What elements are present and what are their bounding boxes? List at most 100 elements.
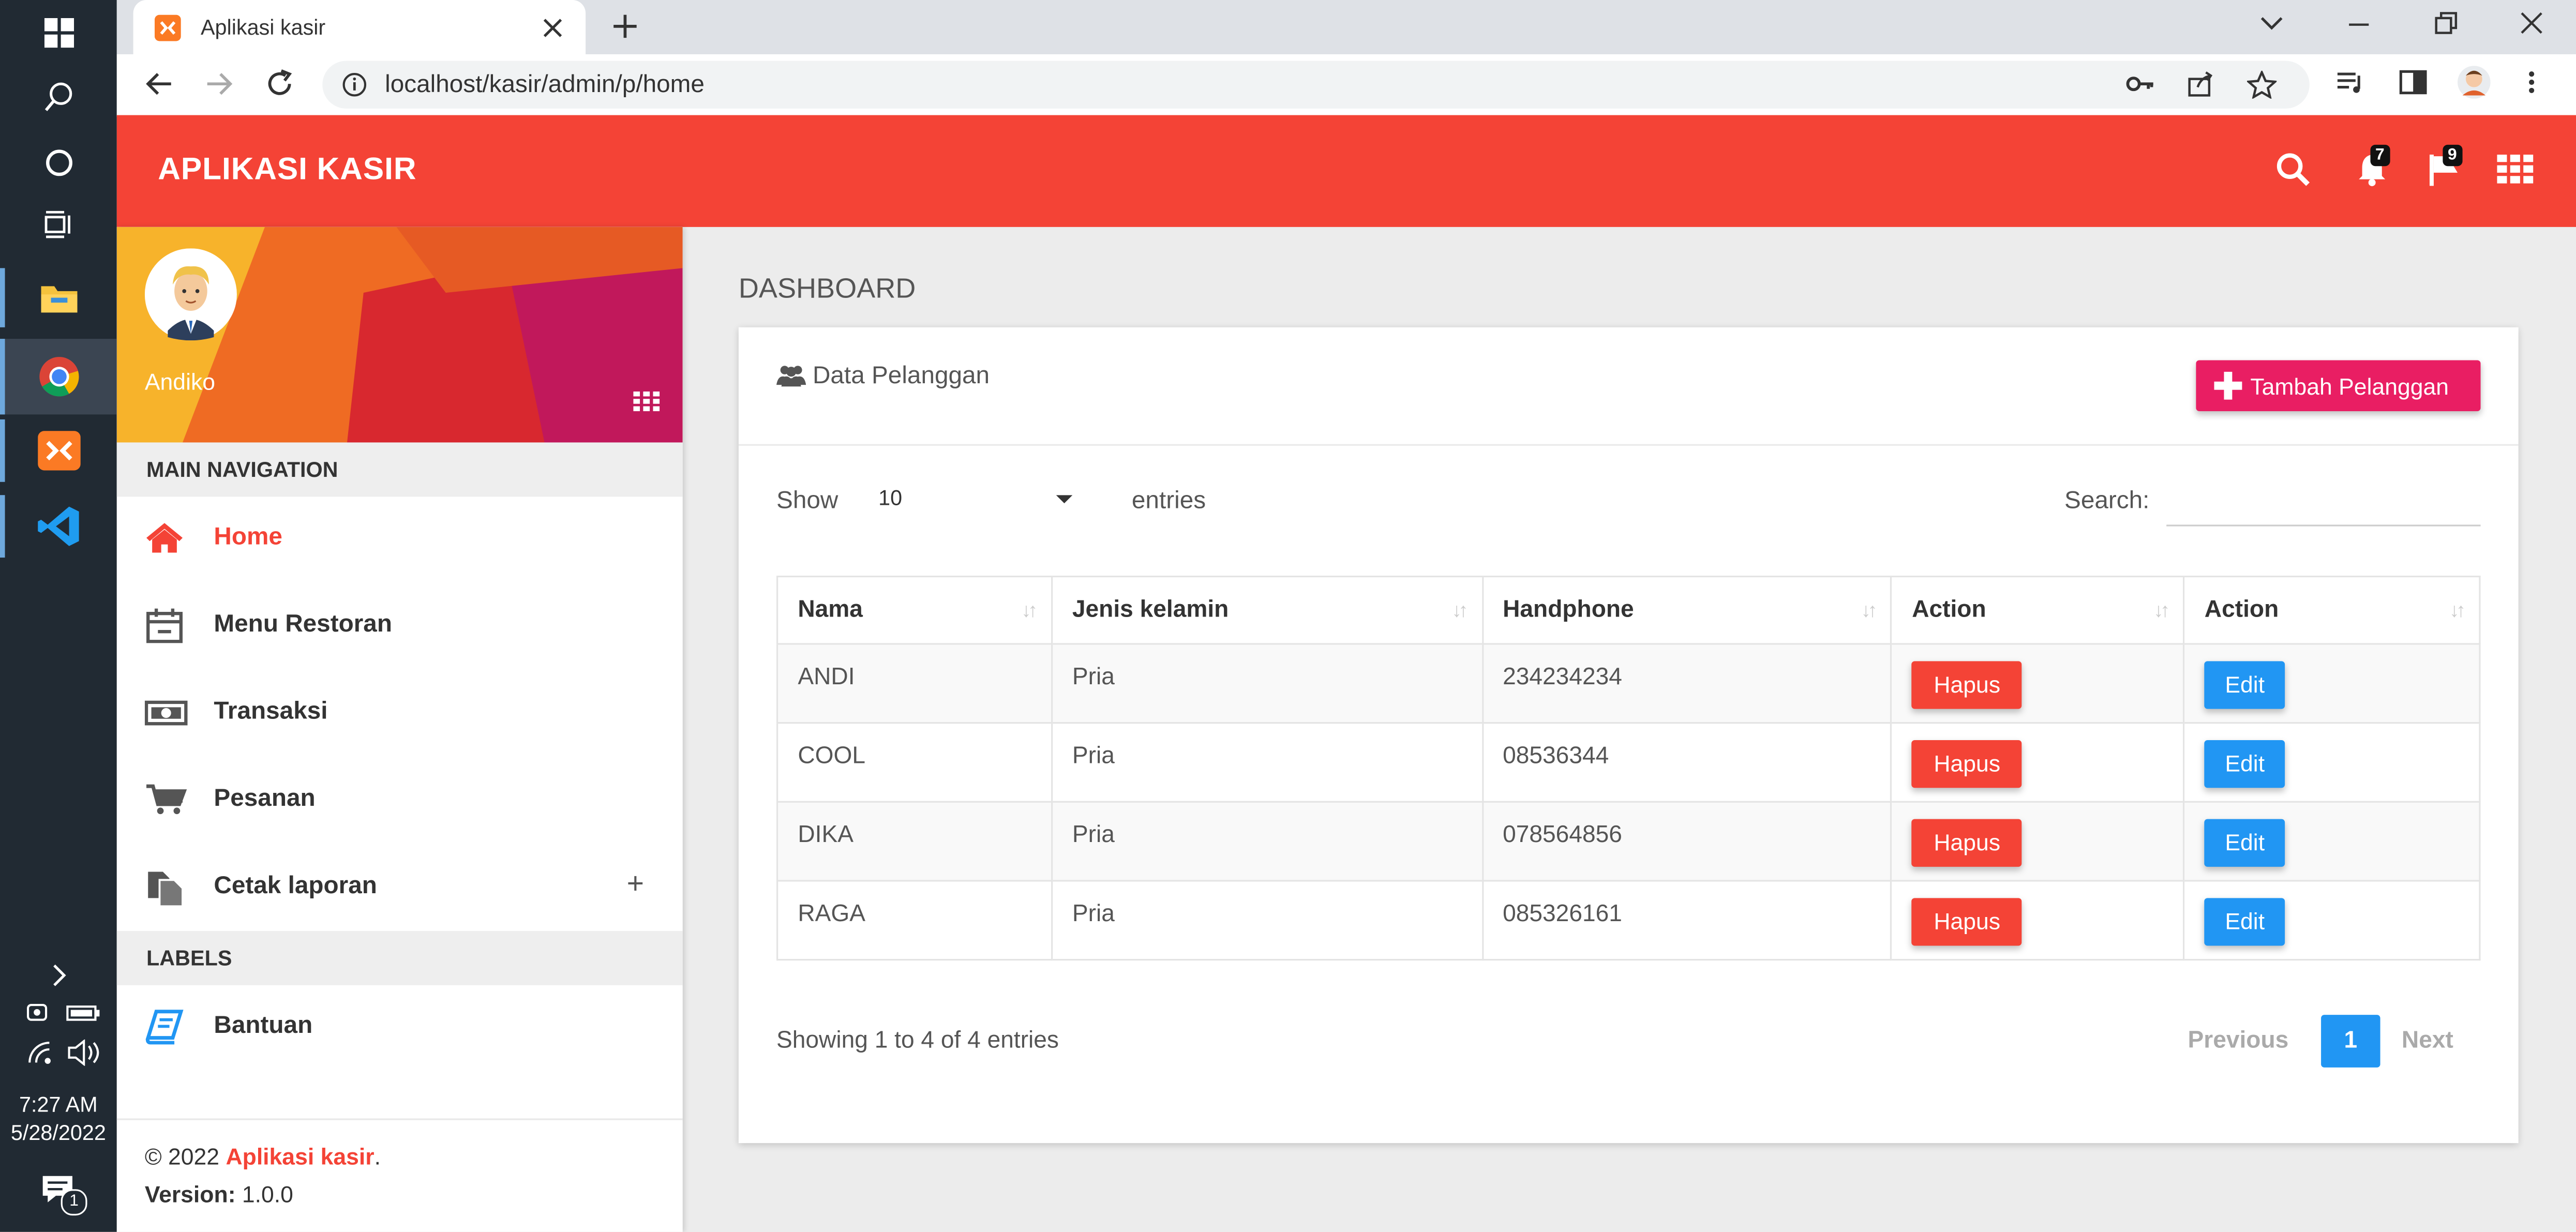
- edit-button[interactable]: Edit: [2204, 898, 2285, 946]
- nav-item-cetak-laporan[interactable]: Cetak laporan +: [117, 849, 683, 928]
- battery-icon[interactable]: [66, 1003, 102, 1023]
- restore-icon[interactable]: [2433, 10, 2459, 36]
- column-header-nama[interactable]: Nama ↓↑: [776, 576, 1053, 645]
- cortana-icon[interactable]: [0, 141, 117, 184]
- cell-nama: COOL: [776, 722, 1053, 803]
- nav-item-transaksi[interactable]: Transaksi: [117, 674, 683, 754]
- back-icon[interactable]: [143, 67, 176, 100]
- column-header-handphone[interactable]: Handphone ↓↑: [1481, 576, 1893, 645]
- chrome-icon[interactable]: [0, 339, 117, 414]
- share-icon[interactable]: [2186, 71, 2215, 97]
- nav-item-home[interactable]: Home: [117, 500, 683, 579]
- cell-jenis-kelamin: Pria: [1051, 801, 1483, 882]
- caret-down-icon: [1056, 495, 1073, 505]
- cart-icon: [145, 782, 188, 821]
- user-avatar[interactable]: [144, 248, 237, 341]
- app-title[interactable]: APLIKASI KASIR: [158, 153, 416, 189]
- table-search-input[interactable]: [2166, 475, 2481, 527]
- browser-tab[interactable]: Aplikasi kasir: [133, 0, 586, 54]
- close-tab-icon[interactable]: [540, 11, 566, 41]
- minimize-icon[interactable]: [2346, 11, 2372, 38]
- pagination-page-1[interactable]: 1: [2321, 1015, 2380, 1068]
- show-hidden-icons-icon[interactable]: [0, 960, 117, 990]
- meet-now-icon[interactable]: [26, 1000, 53, 1026]
- edit-button[interactable]: Edit: [2204, 740, 2285, 788]
- url-text[interactable]: localhost/kasir/admin/p/home: [385, 71, 705, 99]
- edit-button[interactable]: Edit: [2204, 819, 2285, 867]
- column-header-jenis-kelamin[interactable]: Jenis kelamin ↓↑: [1051, 576, 1483, 645]
- main-navigation-heading: MAIN NAVIGATION: [116, 442, 683, 497]
- delete-button[interactable]: Hapus: [1912, 661, 2023, 709]
- table-row: ANDI Pria 234234234 Hapus Edit: [776, 643, 2481, 724]
- column-header-label: Nama: [798, 597, 863, 624]
- customers-table: Nama ↓↑ Jenis kelamin ↓↑ Handphone ↓↑ Actio…: [776, 576, 2481, 961]
- volume-icon[interactable]: [66, 1039, 102, 1066]
- nav-label: Home: [214, 523, 282, 551]
- nav-label: Transaksi: [214, 697, 328, 726]
- notification-center-icon[interactable]: 1: [41, 1173, 87, 1216]
- plus-icon: [2214, 371, 2242, 400]
- side-panel-icon[interactable]: [2399, 69, 2428, 96]
- clock-time[interactable]: 7:27 AM: [0, 1092, 117, 1119]
- page-size-select[interactable]: 10: [867, 472, 1084, 525]
- nav-label: Pesanan: [214, 784, 316, 813]
- new-tab-icon[interactable]: [609, 10, 642, 43]
- task-view-icon[interactable]: [0, 204, 117, 247]
- delete-button[interactable]: Hapus: [1912, 740, 2023, 788]
- cell-handphone: 234234234: [1481, 643, 1893, 724]
- search-icon[interactable]: [2275, 152, 2311, 188]
- search-icon[interactable]: [0, 76, 117, 118]
- windows-start-icon[interactable]: [0, 11, 117, 54]
- close-window-icon[interactable]: [2519, 10, 2545, 36]
- clock-date[interactable]: 5/28/2022: [0, 1120, 117, 1147]
- sort-icon: ↓↑: [1451, 598, 1469, 622]
- bookmark-star-icon[interactable]: [2246, 70, 2277, 99]
- book-icon: [145, 1008, 188, 1047]
- flag-icon[interactable]: 9: [2427, 144, 2469, 191]
- pagination-next[interactable]: Next: [2402, 1028, 2453, 1055]
- wifi-icon[interactable]: [26, 1040, 56, 1066]
- screen: 7:27 AM 5/28/2022 1 Aplikasi kasir local…: [0, 0, 2576, 1232]
- delete-button[interactable]: Hapus: [1912, 819, 2023, 867]
- nav-item-pesanan[interactable]: Pesanan: [117, 761, 683, 840]
- sort-icon: ↓↑: [2449, 598, 2466, 622]
- cell-delete-action: Hapus: [1890, 801, 2185, 882]
- table-row: DIKA Pria 078564856 Hapus Edit: [776, 801, 2481, 882]
- add-customer-button[interactable]: Tambah Pelanggan: [2196, 360, 2481, 412]
- footer-brand-link[interactable]: Aplikasi kasir: [226, 1143, 374, 1169]
- flags-badge: 9: [2443, 144, 2462, 167]
- expand-icon[interactable]: +: [627, 867, 644, 902]
- table-header-row: Nama ↓↑ Jenis kelamin ↓↑ Handphone ↓↑ Actio…: [776, 576, 2481, 645]
- nav-item-menu-restoran[interactable]: Menu Restoran: [117, 587, 683, 666]
- reading-list-icon[interactable]: [2336, 69, 2365, 96]
- key-icon[interactable]: [2125, 72, 2155, 96]
- profile-avatar[interactable]: [2458, 66, 2491, 99]
- money-icon: [144, 694, 188, 733]
- chrome-menu-icon[interactable]: [2525, 69, 2538, 96]
- pagination-previous[interactable]: Previous: [2188, 1028, 2289, 1055]
- edit-button[interactable]: Edit: [2204, 661, 2285, 709]
- column-header-action[interactable]: Action ↓↑: [2183, 576, 2481, 645]
- xampp-icon[interactable]: [0, 419, 117, 482]
- column-header-action[interactable]: Action ↓↑: [1890, 576, 2185, 645]
- table-row: COOL Pria 08536344 Hapus Edit: [776, 722, 2481, 803]
- apps-grid-icon[interactable]: [2497, 154, 2534, 184]
- notifications-icon[interactable]: 7: [2354, 144, 2397, 191]
- vscode-icon[interactable]: [0, 495, 117, 558]
- reload-icon[interactable]: [263, 67, 296, 100]
- delete-button[interactable]: Hapus: [1912, 898, 2023, 946]
- tab-search-icon[interactable]: [2258, 11, 2285, 35]
- user-menu-grid-icon[interactable]: [633, 391, 660, 412]
- forward-icon[interactable]: [202, 67, 235, 100]
- site-info-icon[interactable]: [342, 72, 367, 97]
- cell-edit-action: Edit: [2183, 722, 2481, 803]
- windows-taskbar: 7:27 AM 5/28/2022 1: [0, 0, 117, 1232]
- nav-item-bantuan[interactable]: Bantuan: [117, 988, 683, 1068]
- file-explorer-icon[interactable]: [0, 268, 117, 327]
- xampp-favicon: [154, 14, 181, 41]
- cell-jenis-kelamin: Pria: [1051, 722, 1483, 803]
- home-icon: [145, 520, 188, 559]
- address-bar[interactable]: localhost/kasir/admin/p/home: [322, 61, 2310, 109]
- user-name[interactable]: Andiko: [145, 368, 215, 395]
- page-size-value: 10: [878, 485, 903, 510]
